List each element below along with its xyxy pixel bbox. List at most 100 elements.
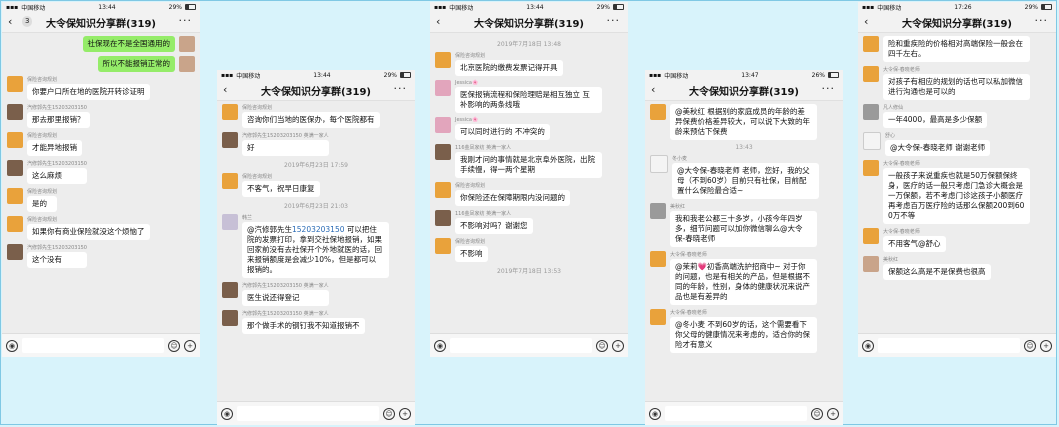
avatar[interactable] [222,104,238,120]
avatar[interactable] [222,282,238,298]
avatar[interactable] [7,244,23,260]
emoji-icon[interactable]: ☺ [1024,339,1036,352]
voice-icon[interactable]: ◉ [221,407,233,420]
avatar[interactable] [435,210,451,226]
message-bubble[interactable]: @茉莉💗初香高端洗护招商中~ 对于你的问题，也是有相关的产品，但是根据不同的年龄… [670,259,817,305]
avatar[interactable] [7,188,23,204]
message-bubble[interactable]: 可以同时进行的 不冲突的 [455,124,550,140]
avatar[interactable] [863,104,879,120]
message-bubble[interactable]: 是的 [27,196,58,212]
more-icon[interactable]: ··· [179,14,193,27]
message-bubble[interactable]: 社保现在不是全国通用的 [82,36,175,52]
message-bubble[interactable]: 保额这么高是不是保费也很高 [883,264,991,280]
message-bubble[interactable]: 你保险还在保障期限内没问题的 [455,190,570,206]
message-bubble[interactable]: 如果你有商业保险就没这个烦恼了 [27,224,150,240]
back-icon[interactable]: ‹ [223,83,227,96]
message-list[interactable]: 社保现在不是全国通用的 所以不能报销正常的 保险咨询规划 你要户口所在地的医院开转… [2,33,200,333]
avatar[interactable] [650,155,668,173]
message-bubble[interactable]: 所以不能报销正常的 [97,56,175,72]
avatar[interactable] [863,228,879,244]
plus-icon[interactable]: + [612,339,624,352]
avatar[interactable] [435,80,451,96]
avatar[interactable] [179,56,195,72]
avatar[interactable] [7,216,23,232]
message-bubble[interactable]: 一般孩子来说重疾也就是50万保额保终身，医疗的话一般只考虑门急诊大概会是一万保额… [883,168,1030,224]
phone-link[interactable]: 15203203150 [292,225,345,234]
message-bubble[interactable]: 不用客气@舒心 [883,236,946,252]
mention[interactable]: @汽修郭先生 [247,225,292,234]
emoji-icon[interactable]: ☺ [168,339,180,352]
avatar[interactable] [7,76,23,92]
emoji-icon[interactable]: ☺ [811,407,823,420]
emoji-icon[interactable]: ☺ [383,407,395,420]
message-input[interactable] [450,338,592,353]
message-bubble[interactable]: 对孩子有相应的规划的话也可以私加微信进行沟通也是可以的 [883,74,1030,100]
message-list[interactable]: 保险咨询规划 咨询你们当地的医保办，每个医院都有 汽修郭先生15203203150… [217,101,415,401]
message-bubble[interactable]: 险和重疾险的价格相对高端保险一般会在四千左右。 [883,36,1030,62]
avatar[interactable] [650,309,666,325]
message-list[interactable]: 2019年7月18日 13:48 保险咨询规划 北京医院的缴费发票记得开具 Jes… [430,33,628,333]
avatar[interactable] [222,132,238,148]
message-bubble[interactable]: @冬小麦 不到60岁的话，这个需要看下你父母的健康情况来考虑的，适合你的保险才有… [670,317,817,353]
message-bubble[interactable]: 那去那里报销？ [27,112,90,128]
plus-icon[interactable]: + [184,339,196,352]
voice-icon[interactable]: ◉ [649,407,661,420]
message-bubble[interactable]: 北京医院的缴费发票记得开具 [455,60,563,76]
message-bubble[interactable]: @大令保-春晓老师 老师，您好，我的父母（不到60岁）目前只有社保，目前配置什么… [672,163,819,199]
avatar[interactable] [7,160,23,176]
plus-icon[interactable]: + [399,407,411,420]
avatar[interactable] [222,310,238,326]
message-bubble[interactable]: 我刚才问的事情就是北京阜外医院，出院手续慢，得一两个星期 [455,152,602,178]
avatar[interactable] [222,214,238,230]
plus-icon[interactable]: + [827,407,839,420]
more-icon[interactable]: ··· [1035,14,1049,27]
message-bubble[interactable]: 这个没有 [27,252,87,268]
message-bubble[interactable]: @汽修郭先生15203203150 可以把住院的发票打印，拿到交社保地报销，如果… [242,222,389,278]
message-bubble[interactable]: 那个做手术的钢钉我不知道报销不 [242,318,365,334]
avatar[interactable] [435,238,451,254]
more-icon[interactable]: ··· [822,82,836,95]
message-bubble[interactable]: 这么麻烦 [27,168,87,184]
voice-icon[interactable]: ◉ [434,339,446,352]
avatar[interactable] [863,36,879,52]
message-bubble[interactable]: 不客气，祝早日康复 [242,181,320,197]
emoji-icon[interactable]: ☺ [596,339,608,352]
message-input[interactable] [22,338,164,353]
back-icon[interactable]: ‹ [436,15,440,28]
message-input[interactable] [665,406,807,421]
avatar[interactable] [7,104,23,120]
message-bubble[interactable]: 好 [242,140,329,156]
avatar[interactable] [7,132,23,148]
avatar[interactable] [650,203,666,219]
voice-icon[interactable]: ◉ [862,339,874,352]
message-list[interactable]: @美秋红 根据别的家庭成员的年龄的差异保费价格差异较大，可以说下大致的年龄来预估… [645,101,843,401]
message-input[interactable] [237,406,379,421]
message-bubble[interactable]: 不影响 [455,246,488,262]
message-bubble[interactable]: 咨询你们当地的医保办，每个医院都有 [242,112,380,128]
message-bubble[interactable]: 不影响对吗？谢谢您 [455,218,533,234]
avatar[interactable] [179,36,195,52]
message-bubble[interactable]: 医生说还得登记 [242,290,329,306]
message-list[interactable]: 险和重疾险的价格相对高端保险一般会在四千左右。 大令保-春晓老师 对孩子有相应的规… [858,33,1056,333]
message-bubble[interactable]: 你要户口所在地的医院开转诊证明 [27,84,150,100]
avatar[interactable] [863,160,879,176]
more-icon[interactable]: ··· [607,14,621,27]
message-bubble[interactable]: 医保报销流程和保险理赔是相互独立 互补影响的两条线哦 [455,87,602,113]
message-bubble[interactable]: @美秋红 根据别的家庭成员的年龄的差异保费价格差异较大，可以说下大致的年龄来预估… [670,104,817,140]
message-bubble[interactable]: 我和我老公都三十多岁，小孩今年四岁多，细节问题可以加你微信聊么@大令保-春晓老师 [670,211,817,247]
avatar[interactable] [863,132,881,150]
plus-icon[interactable]: + [1040,339,1052,352]
message-bubble[interactable]: @大令保-春晓老师 谢谢老师 [885,140,991,156]
avatar[interactable] [435,117,451,133]
avatar[interactable] [435,182,451,198]
avatar[interactable] [650,251,666,267]
more-icon[interactable]: ··· [394,82,408,95]
avatar[interactable] [863,256,879,272]
avatar[interactable] [650,104,666,120]
back-icon[interactable]: ‹ [651,83,655,96]
voice-icon[interactable]: ◉ [6,339,18,352]
back-icon[interactable]: ‹ [8,15,12,28]
avatar[interactable] [222,173,238,189]
avatar[interactable] [863,66,879,82]
message-input[interactable] [878,338,1020,353]
